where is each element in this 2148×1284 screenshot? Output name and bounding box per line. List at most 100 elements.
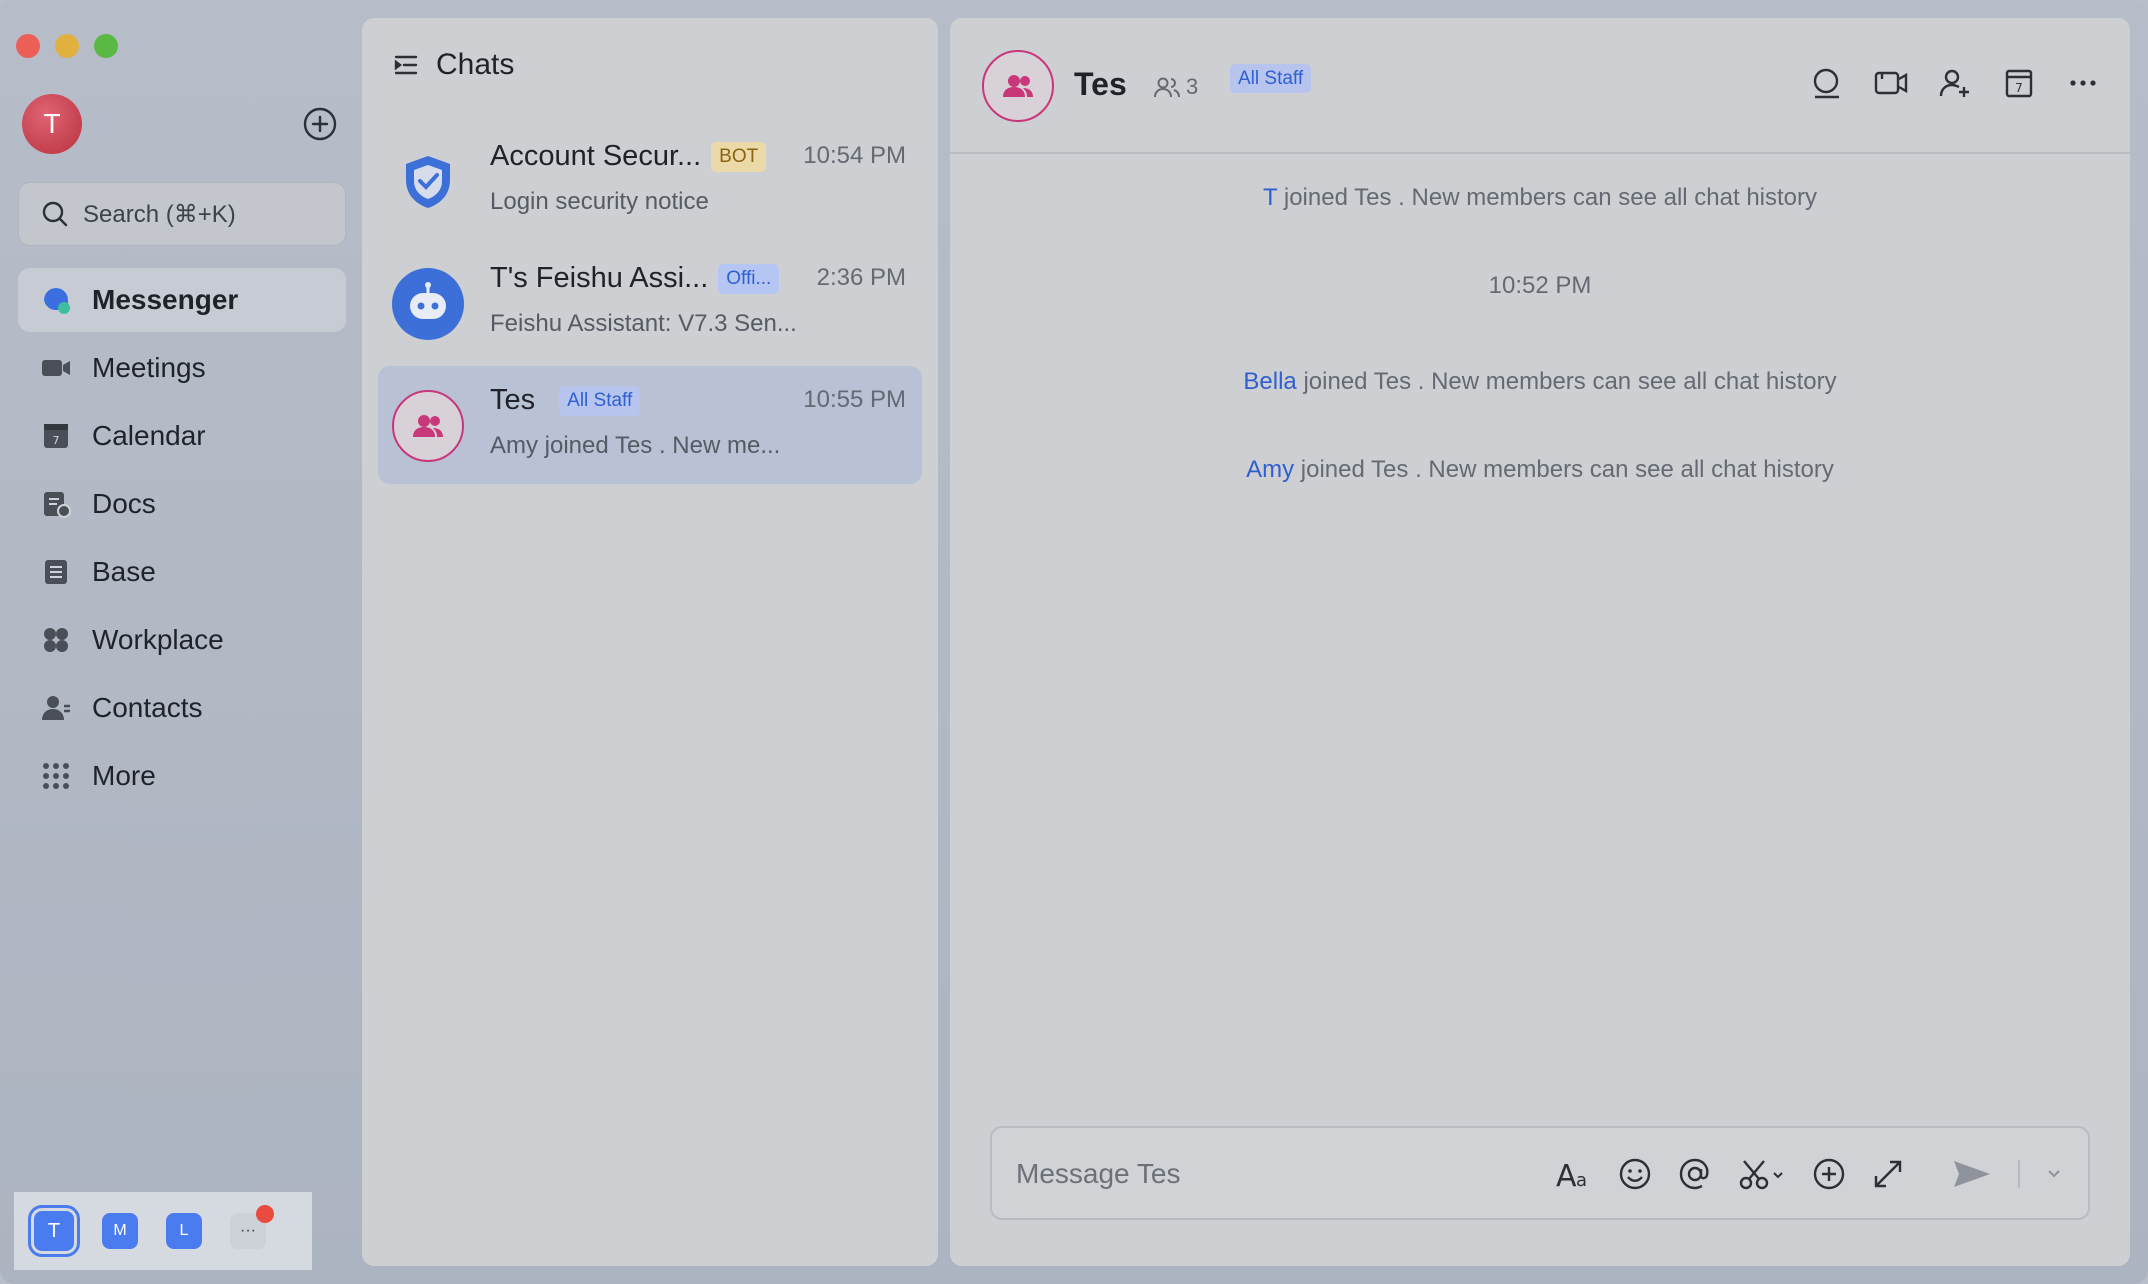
- sidebar-item-workplace[interactable]: Workplace: [18, 608, 346, 672]
- more-options-icon[interactable]: [2066, 66, 2100, 100]
- chat-item-account-security[interactable]: Account Secur... BOT 10:54 PM Login secu…: [378, 122, 922, 240]
- chat-time: 10:55 PM: [803, 386, 906, 413]
- sidebar-item-label: Base: [92, 556, 156, 587]
- member-name-link[interactable]: Bella: [1243, 368, 1296, 395]
- list-toggle-icon[interactable]: [392, 51, 420, 79]
- mention-icon[interactable]: [1678, 1156, 1712, 1192]
- chat-item-feishu-assistant[interactable]: T's Feishu Assi... Offi... 2:36 PM Feish…: [378, 244, 922, 362]
- calendar-icon: 7: [40, 420, 72, 452]
- system-message: Bella joined Tes . New members can see a…: [950, 368, 2130, 396]
- bot-badge: BOT: [711, 141, 767, 172]
- sidebar-item-label: Docs: [92, 488, 156, 519]
- sidebar-item-contacts[interactable]: Contacts: [18, 676, 346, 740]
- more-dots-icon: ···: [240, 1222, 256, 1239]
- conversation-actions: 7: [1810, 66, 2100, 100]
- tenant-m[interactable]: M: [102, 1213, 138, 1249]
- sidebar-item-label: Messenger: [92, 284, 239, 315]
- app-window: T Search (⌘+K) Messenger Meetings 7 Cale…: [0, 0, 2148, 1284]
- sidebar-item-docs[interactable]: Docs: [18, 472, 346, 536]
- chat-name: Tes All Staff: [490, 384, 641, 417]
- sidebar-item-meetings[interactable]: Meetings: [18, 336, 346, 400]
- all-staff-badge: All Staff: [559, 385, 641, 416]
- contacts-icon: [40, 692, 72, 724]
- user-avatar-initial: T: [43, 108, 61, 139]
- system-message-text: joined Tes . New members can see all cha…: [1300, 456, 1834, 483]
- sidebar-item-label: Meetings: [92, 352, 206, 383]
- conversation-panel: Tes 3 All Staff 7 T joined Tes . New mem…: [950, 18, 2130, 1266]
- chat-item-tes[interactable]: Tes All Staff 10:55 PM Amy joined Tes . …: [378, 366, 922, 484]
- chat-preview: Amy joined Tes . New me...: [490, 432, 781, 459]
- svg-text:a: a: [1576, 1170, 1587, 1190]
- plus-circle-icon[interactable]: [1812, 1156, 1846, 1192]
- base-icon: [40, 556, 72, 588]
- sidebar-nav: Messenger Meetings 7 Calendar Docs Base: [18, 268, 346, 812]
- video-call-icon[interactable]: [1874, 66, 1908, 100]
- message-input-placeholder: Message Tes: [1016, 1158, 1181, 1189]
- member-count[interactable]: 3: [1154, 74, 1198, 100]
- zoom-window-button[interactable]: [94, 34, 118, 58]
- chevron-down-icon[interactable]: [2046, 1156, 2062, 1192]
- conversation-title[interactable]: Tes: [1074, 66, 1127, 103]
- member-name-link[interactable]: Amy: [1246, 456, 1294, 483]
- minimize-window-button[interactable]: [55, 34, 79, 58]
- grid-dots-icon: [40, 760, 72, 792]
- system-message: T joined Tes . New members can see all c…: [950, 184, 2130, 212]
- official-badge: Offi...: [718, 263, 780, 294]
- sidebar-item-base[interactable]: Base: [18, 540, 346, 604]
- calendar-icon[interactable]: 7: [2002, 66, 2036, 100]
- group-icon: [392, 390, 464, 462]
- svg-text:7: 7: [53, 434, 60, 447]
- send-icon[interactable]: [1952, 1156, 1992, 1192]
- text-format-icon[interactable]: Aa: [1554, 1156, 1592, 1192]
- plus-circle-icon: [303, 107, 337, 141]
- tenant-l[interactable]: L: [166, 1213, 202, 1249]
- conversation-header: Tes 3 All Staff 7: [950, 18, 2130, 154]
- chat-time: 10:54 PM: [803, 142, 906, 169]
- add-member-icon[interactable]: [1938, 66, 1972, 100]
- expand-icon[interactable]: [1872, 1156, 1904, 1192]
- workplace-icon: [40, 624, 72, 656]
- notification-dot: [256, 1205, 274, 1223]
- sidebar-item-more[interactable]: More: [18, 744, 346, 808]
- sidebar-item-messenger[interactable]: Messenger: [18, 268, 346, 332]
- create-button[interactable]: [302, 106, 338, 142]
- tenant-switcher: T M L ···: [14, 1192, 312, 1270]
- tenant-more-button[interactable]: ···: [230, 1205, 274, 1249]
- search-placeholder: Search (⌘+K): [83, 200, 236, 228]
- chat-list-header: Chats: [392, 48, 514, 82]
- search-icon: [42, 201, 68, 227]
- member-name-link[interactable]: T: [1263, 184, 1277, 211]
- message-composer[interactable]: Message Tes Aa: [990, 1126, 2090, 1220]
- members-icon: [1154, 77, 1180, 98]
- sidebar-item-label: Workplace: [92, 624, 224, 655]
- window-controls: [16, 34, 118, 58]
- send-divider: [2018, 1160, 2020, 1188]
- group-avatar[interactable]: [982, 50, 1054, 122]
- screenshot-scissors-icon[interactable]: [1738, 1156, 1786, 1192]
- sidebar-item-calendar[interactable]: 7 Calendar: [18, 404, 346, 468]
- system-message: Amy joined Tes . New members can see all…: [950, 456, 2130, 484]
- tenant-t[interactable]: T: [28, 1205, 80, 1257]
- message-timestamp: 10:52 PM: [1488, 272, 1592, 299]
- all-staff-badge: All Staff: [1230, 64, 1312, 93]
- robot-icon: [392, 268, 464, 340]
- video-camera-icon: [40, 352, 72, 384]
- close-window-button[interactable]: [16, 34, 40, 58]
- system-message-text: joined Tes . New members can see all cha…: [1283, 184, 1818, 211]
- composer-toolbar: Aa: [1554, 1156, 2062, 1192]
- chat-name: T's Feishu Assi... Offi...: [490, 262, 780, 295]
- search-input[interactable]: Search (⌘+K): [18, 182, 346, 246]
- group-icon: [1003, 75, 1033, 97]
- emoji-icon[interactable]: [1618, 1156, 1652, 1192]
- search-chat-icon[interactable]: [1810, 66, 1844, 100]
- chat-list-title: Chats: [436, 48, 515, 81]
- chat-preview: Login security notice: [490, 188, 709, 215]
- shield-icon: [392, 146, 464, 218]
- chat-time: 2:36 PM: [816, 264, 906, 291]
- user-avatar[interactable]: T: [22, 94, 82, 154]
- chat-list-panel: Chats Account Secur... BOT 10:54 PM Logi…: [362, 18, 938, 1266]
- sidebar-item-label: Calendar: [92, 420, 206, 451]
- messenger-icon: [40, 284, 72, 316]
- svg-text:A: A: [1556, 1159, 1577, 1190]
- svg-text:7: 7: [2015, 81, 2023, 95]
